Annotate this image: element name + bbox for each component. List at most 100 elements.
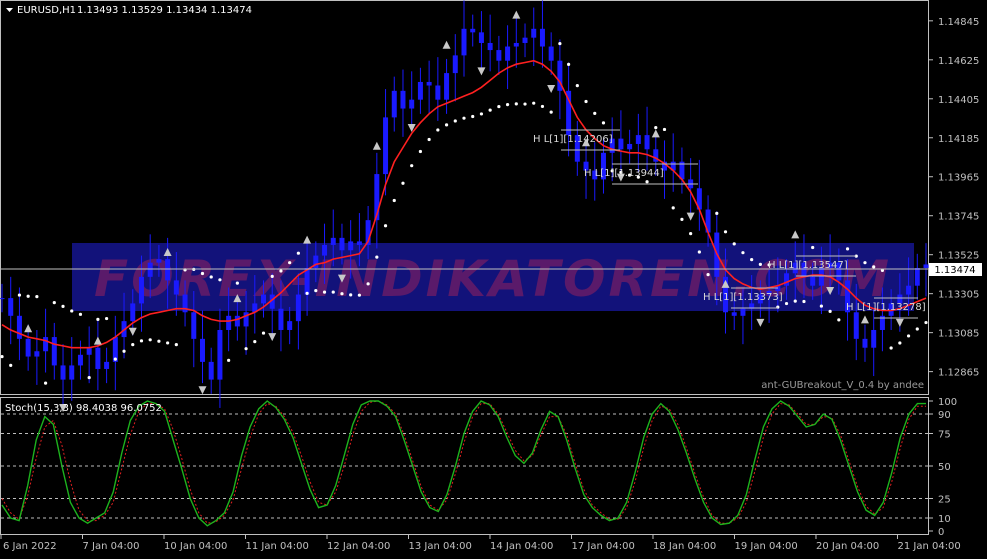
trail-dot bbox=[105, 316, 109, 321]
candle-body bbox=[8, 298, 14, 316]
trail-dot bbox=[410, 164, 414, 168]
candle-body bbox=[644, 135, 650, 150]
trail-dot bbox=[148, 338, 152, 342]
candle-body bbox=[25, 338, 31, 357]
trail-dot bbox=[549, 110, 553, 114]
candle-body bbox=[34, 351, 40, 357]
trail-dot bbox=[689, 231, 693, 236]
time-tick-label: 19 Jan 04:00 bbox=[734, 541, 797, 552]
trail-dot bbox=[174, 342, 178, 347]
time-tick-label: 21 Jan 04:00 bbox=[897, 541, 960, 552]
trail-dot bbox=[9, 363, 13, 367]
trail-dot bbox=[261, 331, 266, 335]
time-tick-label: 18 Jan 04:00 bbox=[653, 541, 716, 552]
candle-body bbox=[914, 267, 920, 286]
trail-dot bbox=[758, 262, 762, 267]
candle-body bbox=[191, 312, 197, 339]
trail-dot bbox=[444, 123, 449, 127]
candle-body bbox=[853, 312, 859, 339]
trail-dot bbox=[662, 127, 667, 132]
candle-body bbox=[156, 259, 162, 263]
candle-body bbox=[391, 90, 397, 118]
stoch-header: Stoch(15,3,3) 98.4038 96.0752 bbox=[5, 403, 162, 414]
candle-body bbox=[505, 46, 511, 61]
price-tick-label: 1.13525 bbox=[938, 251, 979, 262]
candle-body bbox=[278, 308, 284, 330]
candle-body bbox=[339, 237, 345, 251]
trail-dot bbox=[17, 293, 22, 297]
candle-body bbox=[130, 303, 136, 322]
trail-dot bbox=[540, 104, 545, 109]
trail-dot bbox=[227, 358, 231, 362]
time-tick-label: 13 Jan 04:00 bbox=[408, 541, 471, 552]
candle-body bbox=[287, 321, 293, 330]
trail-dot bbox=[488, 108, 492, 112]
time-tick-label: 10 Jan 04:00 bbox=[164, 541, 227, 552]
trail-dot bbox=[723, 230, 728, 234]
trail-dot bbox=[645, 180, 649, 184]
trail-dot bbox=[514, 102, 518, 106]
trail-dot bbox=[505, 103, 510, 107]
stoch-tick-label: 75 bbox=[938, 430, 951, 441]
trail-dot bbox=[915, 327, 919, 331]
candle-body bbox=[330, 237, 336, 245]
trail-dot bbox=[131, 343, 135, 347]
trail-dot bbox=[601, 121, 606, 125]
candle-body bbox=[60, 365, 66, 380]
candle-body bbox=[304, 267, 310, 295]
candle-body bbox=[487, 42, 493, 51]
trail-dot bbox=[35, 295, 39, 299]
price-tick-label: 1.14405 bbox=[938, 95, 979, 106]
trail-dot bbox=[331, 290, 335, 294]
candle-body bbox=[522, 37, 528, 43]
candle-body bbox=[217, 329, 223, 380]
trail-dot bbox=[296, 251, 300, 255]
trail-dot bbox=[235, 281, 239, 285]
trail-dot bbox=[244, 347, 248, 351]
stoch-tick-label: 100 bbox=[938, 397, 957, 408]
trail-dot bbox=[340, 292, 344, 296]
trail-dot bbox=[837, 318, 841, 322]
trail-dot bbox=[906, 334, 911, 338]
trail-dot bbox=[0, 354, 4, 359]
trail-dot bbox=[697, 250, 701, 254]
chart-window: FOREX-INDIKATOREN.COM 1.14845 1.14625 1.14… bbox=[0, 0, 987, 555]
trail-dot bbox=[357, 293, 361, 297]
candle-body bbox=[461, 28, 467, 56]
breakout-label: H L[1][1.13278] bbox=[846, 302, 926, 313]
trail-dot bbox=[122, 349, 126, 353]
trail-dot bbox=[924, 320, 928, 325]
trail-dot bbox=[70, 309, 74, 313]
candle-body bbox=[43, 337, 49, 352]
trail-dot bbox=[819, 304, 823, 308]
stoch-tick-label: 90 bbox=[938, 410, 951, 421]
trail-dot bbox=[270, 274, 274, 278]
trail-dot bbox=[462, 116, 466, 120]
trail-dot bbox=[61, 304, 65, 308]
trail-dot bbox=[889, 346, 893, 350]
time-tick-label: 6 Jan 2022 bbox=[3, 541, 57, 552]
candle-body bbox=[77, 354, 83, 366]
price-tick-label: 1.12865 bbox=[938, 368, 979, 379]
candle-body bbox=[496, 50, 502, 61]
time-axis: 6 Jan 2022 7 Jan 04:00 10 Jan 04:00 11 Jan … bbox=[0, 535, 961, 552]
candle-body bbox=[548, 46, 554, 61]
trail-dot bbox=[828, 309, 832, 313]
trail-dot bbox=[793, 299, 797, 303]
time-tick-label: 11 Jan 04:00 bbox=[245, 541, 308, 552]
candle-body bbox=[86, 347, 92, 355]
candle-body bbox=[322, 244, 328, 256]
stoch-tick-label: 25 bbox=[938, 495, 951, 506]
candle-body bbox=[51, 337, 57, 366]
trail-dot bbox=[741, 251, 745, 255]
trail-dot bbox=[497, 104, 501, 109]
time-tick-label: 20 Jan 04:00 bbox=[816, 541, 879, 552]
breakout-label: H L[1][1.13373] bbox=[703, 292, 783, 303]
trail-dot bbox=[750, 258, 754, 262]
trail-dot bbox=[671, 206, 675, 210]
time-tick-label: 14 Jan 04:00 bbox=[490, 541, 553, 552]
trail-dot bbox=[279, 269, 283, 273]
candle-body bbox=[426, 81, 432, 86]
time-tick-label: 12 Jan 04:00 bbox=[327, 541, 390, 552]
trail-dot bbox=[87, 375, 91, 380]
